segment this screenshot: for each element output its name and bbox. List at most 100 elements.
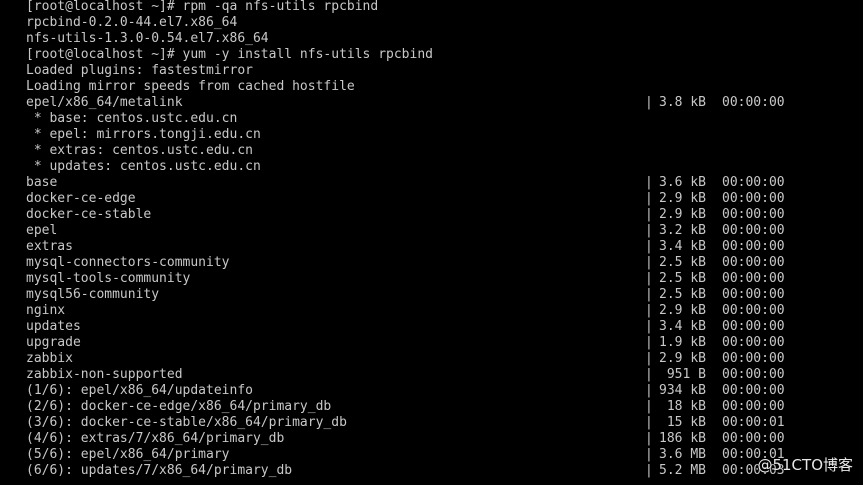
column-separator: | bbox=[645, 95, 653, 110]
download-size: 2.5 kB bbox=[659, 255, 706, 270]
download-size: 3.2 kB bbox=[659, 223, 706, 238]
terminal-line: epel/x86_64/metalink | 3.8 kB 00:00:00 bbox=[26, 95, 846, 111]
download-size: 934 kB bbox=[659, 383, 706, 398]
column-separator: | bbox=[645, 447, 653, 462]
download-size: 3.8 kB bbox=[659, 95, 706, 110]
terminal-line: nginx | 2.9 kB 00:00:00 bbox=[26, 303, 846, 319]
line-text: epel/x86_64/metalink bbox=[26, 95, 183, 110]
line-text: Loading mirror speeds from cached hostfi… bbox=[26, 79, 355, 94]
line-text: [root@localhost ~]# yum -y install nfs-u… bbox=[26, 47, 433, 62]
terminal-line: mysql-tools-community | 2.5 kB 00:00:00 bbox=[26, 271, 846, 287]
terminal-line: zabbix | 2.9 kB 00:00:00 bbox=[26, 351, 846, 367]
download-size: 18 kB bbox=[666, 399, 706, 414]
line-text: nginx bbox=[26, 303, 66, 318]
terminal-line: zabbix-non-supported | 951 B 00:00:00 bbox=[26, 367, 846, 383]
terminal-line: updates | 3.4 kB 00:00:00 bbox=[26, 319, 846, 335]
column-separator: | bbox=[645, 335, 653, 350]
column-separator: | bbox=[645, 463, 653, 478]
terminal-line: docker-ce-edge | 2.9 kB 00:00:00 bbox=[26, 191, 846, 207]
download-size: 2.9 kB bbox=[659, 191, 706, 206]
line-text: mysql-tools-community bbox=[26, 271, 191, 286]
line-text: extras bbox=[26, 239, 73, 254]
column-separator: | bbox=[645, 287, 653, 302]
download-time: 00:00:00 bbox=[722, 399, 785, 414]
terminal-line: (3/6): docker-ce-stable/x86_64/primary_d… bbox=[26, 415, 846, 431]
column-separator: | bbox=[645, 303, 653, 318]
column-separator: | bbox=[645, 239, 653, 254]
column-separator: | bbox=[645, 255, 653, 270]
download-size: 3.4 kB bbox=[659, 239, 706, 254]
column-separator: | bbox=[645, 351, 653, 366]
terminal-line: nfs-utils-1.3.0-0.54.el7.x86_64 bbox=[26, 31, 846, 47]
line-text: (2/6): docker-ce-edge/x86_64/primary_db bbox=[26, 399, 332, 414]
terminal-line: mysql-connectors-community | 2.5 kB 00:00:0… bbox=[26, 255, 846, 271]
terminal-line: Loaded plugins: fastestmirror bbox=[26, 63, 846, 79]
watermark-51cto: @51CTO博客 bbox=[757, 456, 853, 474]
download-time: 00:00:00 bbox=[722, 303, 785, 318]
line-text: * updates: centos.ustc.edu.cn bbox=[26, 159, 261, 174]
download-size: 951 B bbox=[666, 367, 706, 382]
download-time: 00:00:00 bbox=[722, 287, 785, 302]
column-separator: | bbox=[645, 383, 653, 398]
column-separator: | bbox=[645, 415, 653, 430]
terminal-partial-line bbox=[26, 478, 846, 485]
download-time: 00:00:00 bbox=[722, 175, 785, 190]
line-text: * extras: centos.ustc.edu.cn bbox=[26, 143, 253, 158]
terminal-line: docker-ce-stable | 2.9 kB 00:00:00 bbox=[26, 207, 846, 223]
line-text: Loaded plugins: fastestmirror bbox=[26, 63, 253, 78]
column-separator: | bbox=[645, 399, 653, 414]
terminal-line: extras | 3.4 kB 00:00:00 bbox=[26, 239, 846, 255]
line-text: rpcbind-0.2.0-44.el7.x86_64 bbox=[26, 15, 238, 30]
terminal-window[interactable]: [root@localhost ~]# rpm -qa nfs-utils rp… bbox=[0, 0, 863, 485]
download-size: 1.9 kB bbox=[659, 335, 706, 350]
terminal-line: * extras: centos.ustc.edu.cn bbox=[26, 143, 846, 159]
line-text: nfs-utils-1.3.0-0.54.el7.x86_64 bbox=[26, 31, 269, 46]
download-time: 00:00:00 bbox=[722, 351, 785, 366]
download-time: 00:00:00 bbox=[722, 335, 785, 350]
download-time: 00:00:00 bbox=[722, 223, 785, 238]
download-time: 00:00:00 bbox=[722, 95, 785, 110]
download-size: 5.2 MB bbox=[659, 463, 706, 478]
download-time: 00:00:00 bbox=[722, 383, 785, 398]
terminal-line: * base: centos.ustc.edu.cn bbox=[26, 111, 846, 127]
column-separator: | bbox=[645, 319, 653, 334]
line-text: (3/6): docker-ce-stable/x86_64/primary_d… bbox=[26, 415, 347, 430]
download-time: 00:00:00 bbox=[722, 207, 785, 222]
download-size: 3.4 kB bbox=[659, 319, 706, 334]
line-text: updates bbox=[26, 319, 81, 334]
terminal-line: [root@localhost ~]# rpm -qa nfs-utils rp… bbox=[26, 0, 846, 15]
line-text: zabbix bbox=[26, 351, 73, 366]
terminal-line: Loading mirror speeds from cached hostfi… bbox=[26, 79, 846, 95]
terminal-line: (6/6): updates/7/x86_64/primary_db | 5.2 M… bbox=[26, 463, 846, 479]
terminal-output: [root@localhost ~]# rpm -qa nfs-utils rp… bbox=[26, 0, 846, 479]
line-text: (5/6): epel/x86_64/primary bbox=[26, 447, 230, 462]
terminal-line: upgrade | 1.9 kB 00:00:00 bbox=[26, 335, 846, 351]
line-text: mysql56-community bbox=[26, 287, 160, 302]
download-time: 00:00:00 bbox=[722, 191, 785, 206]
line-text: zabbix-non-supported bbox=[26, 367, 183, 382]
download-time: 00:00:00 bbox=[722, 319, 785, 334]
download-size: 15 kB bbox=[666, 415, 706, 430]
line-text: mysql-connectors-community bbox=[26, 255, 230, 270]
terminal-line: mysql56-community | 2.5 kB 00:00:00 bbox=[26, 287, 846, 303]
line-text: upgrade bbox=[26, 335, 81, 350]
line-text: (4/6): extras/7/x86_64/primary_db bbox=[26, 431, 285, 446]
terminal-line: (5/6): epel/x86_64/primary | 3.6 MB 00:00:0… bbox=[26, 447, 846, 463]
terminal-line: (2/6): docker-ce-edge/x86_64/primary_db |… bbox=[26, 399, 846, 415]
download-size: 2.9 kB bbox=[659, 351, 706, 366]
download-size: 2.5 kB bbox=[659, 287, 706, 302]
terminal-line: * epel: mirrors.tongji.edu.cn bbox=[26, 127, 846, 143]
download-size: 186 kB bbox=[659, 431, 706, 446]
column-separator: | bbox=[645, 191, 653, 206]
line-text: base bbox=[26, 175, 58, 190]
download-time: 00:00:00 bbox=[722, 431, 785, 446]
column-separator: | bbox=[645, 223, 653, 238]
line-text: [root@localhost ~]# rpm -qa nfs-utils rp… bbox=[26, 0, 379, 14]
terminal-line: base | 3.6 kB 00:00:00 bbox=[26, 175, 846, 191]
column-separator: | bbox=[645, 431, 653, 446]
terminal-line: epel | 3.2 kB 00:00:00 bbox=[26, 223, 846, 239]
terminal-line: rpcbind-0.2.0-44.el7.x86_64 bbox=[26, 15, 846, 31]
terminal-line: (4/6): extras/7/x86_64/primary_db | 186 kB… bbox=[26, 431, 846, 447]
terminal-line: (1/6): epel/x86_64/updateinfo | 934 kB 00:0… bbox=[26, 383, 846, 399]
download-size: 2.5 kB bbox=[659, 271, 706, 286]
